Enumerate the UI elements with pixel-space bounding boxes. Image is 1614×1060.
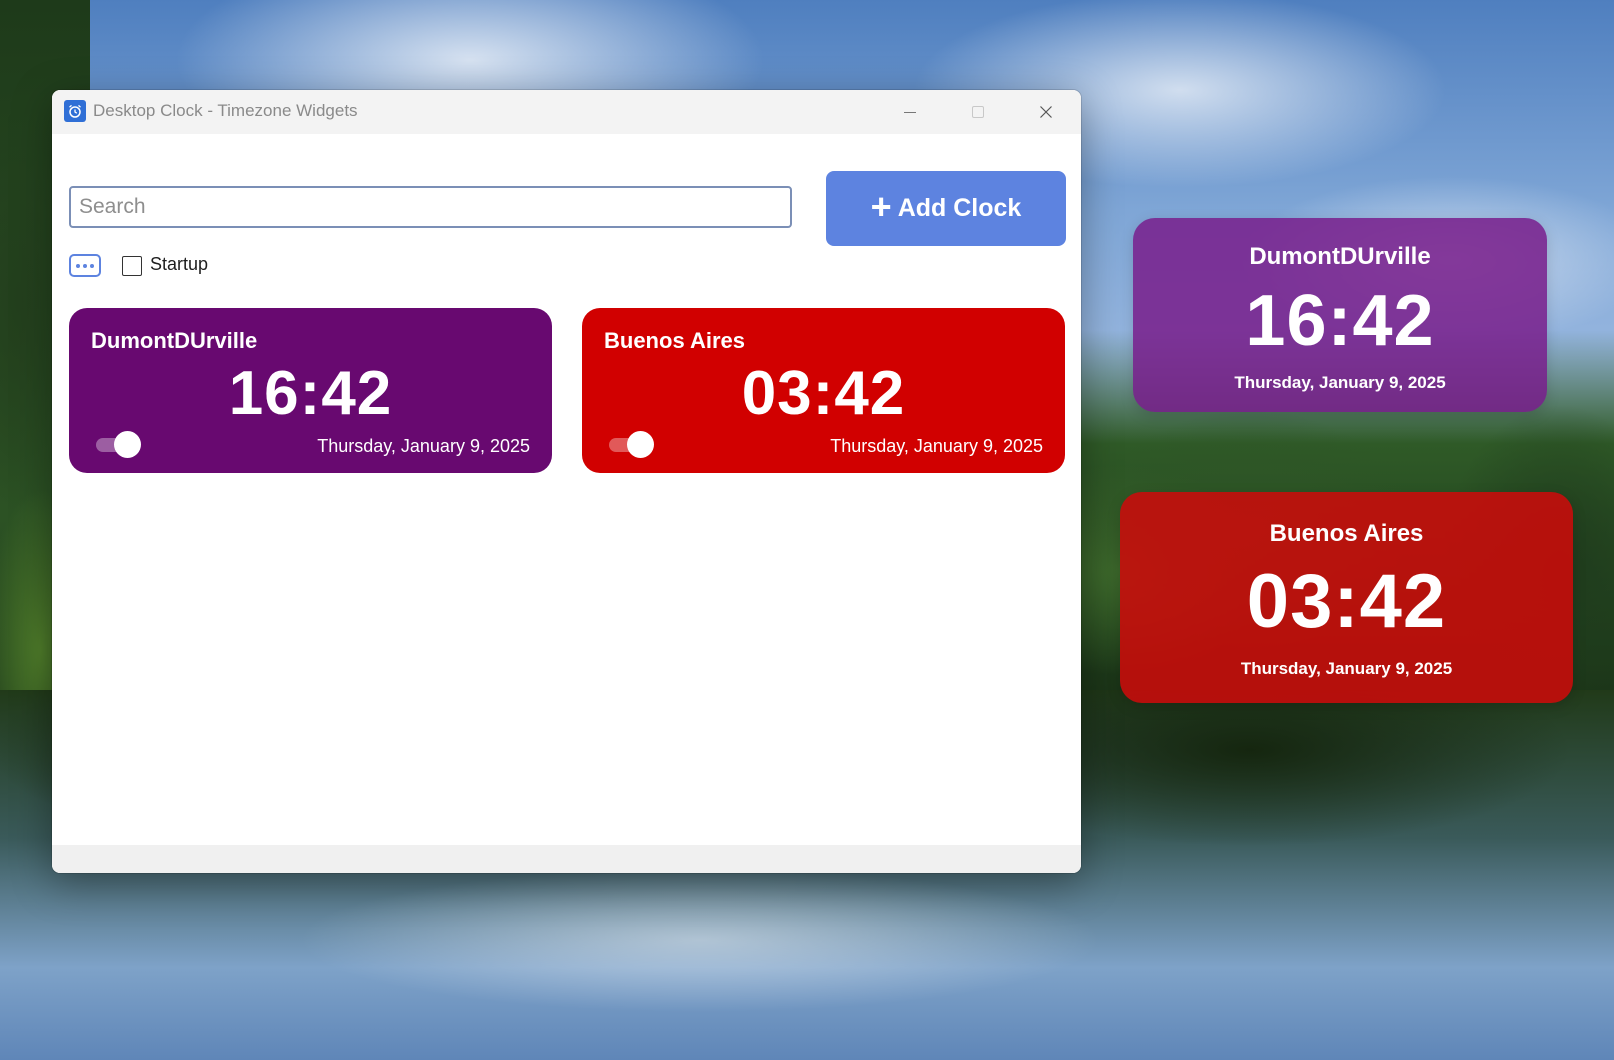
- more-options-icon: [76, 263, 80, 268]
- clock-date: Thursday, January 9, 2025: [317, 436, 530, 456]
- add-clock-button[interactable]: + Add Clock: [826, 171, 1066, 246]
- more-options-icon-dot: [83, 263, 87, 268]
- toggle-knob: [627, 431, 654, 458]
- widget-time: 16:42: [1245, 281, 1435, 361]
- close-button[interactable]: [1012, 90, 1080, 134]
- clock-card[interactable]: DumontDUrville 16:42 Thursday, January 9…: [69, 308, 552, 473]
- startup-checkbox[interactable]: [122, 256, 142, 276]
- clock-toggle[interactable]: [94, 431, 142, 458]
- desktop-clock-widget[interactable]: Buenos Aires 03:42 Thursday, January 9, …: [1120, 492, 1573, 703]
- close-icon: [1040, 106, 1052, 118]
- desktop-clock-widget[interactable]: DumontDUrville 16:42 Thursday, January 9…: [1133, 218, 1547, 412]
- clock-toggle[interactable]: [607, 431, 655, 458]
- minimize-button[interactable]: [876, 90, 944, 134]
- maximize-button[interactable]: [944, 90, 1012, 134]
- clock-city: DumontDUrville: [91, 328, 258, 353]
- toggle-knob: [114, 431, 141, 458]
- clock-time: 16:42: [228, 359, 393, 428]
- clock-card[interactable]: Buenos Aires 03:42 Thursday, January 9, …: [582, 308, 1065, 473]
- widget-date: Thursday, January 9, 2025: [1240, 659, 1453, 678]
- widget-date: Thursday, January 9, 2025: [1234, 373, 1446, 392]
- alarm-clock-icon: [64, 100, 86, 122]
- maximize-icon: [972, 106, 984, 118]
- clock-time: 03:42: [741, 359, 906, 428]
- add-clock-label: Add Clock: [897, 194, 1022, 222]
- title-bar[interactable]: Desktop Clock - Timezone Widgets: [52, 90, 1081, 134]
- minimize-icon: [904, 112, 916, 113]
- more-options-button[interactable]: [69, 254, 101, 277]
- widget-city: DumontDUrville: [1249, 243, 1431, 270]
- clock-city: Buenos Aires: [604, 328, 746, 353]
- window-title: Desktop Clock - Timezone Widgets: [93, 101, 358, 120]
- search-input[interactable]: [69, 186, 792, 228]
- startup-label: Startup: [150, 254, 209, 274]
- clock-date: Thursday, January 9, 2025: [830, 436, 1043, 456]
- widget-time: 03:42: [1246, 559, 1447, 644]
- plus-icon: +: [870, 185, 892, 227]
- more-options-icon-dot: [90, 263, 94, 268]
- status-bar: [52, 845, 1081, 873]
- app-window: Desktop Clock - Timezone Widgets + Add C…: [52, 90, 1081, 873]
- widget-city: Buenos Aires: [1269, 520, 1424, 547]
